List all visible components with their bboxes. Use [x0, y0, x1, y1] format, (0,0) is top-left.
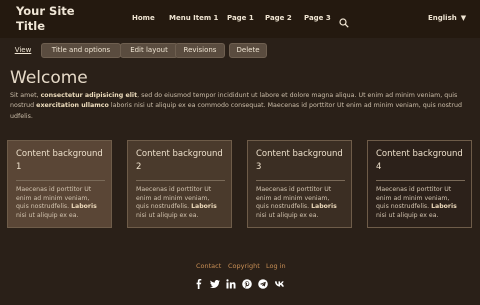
search-icon[interactable] [339, 13, 349, 28]
content-card-2: Content background 2 Maecenas id porttit… [127, 140, 232, 228]
tab-edit-layout[interactable]: Edit layout [120, 43, 178, 58]
linkedin-icon[interactable] [226, 279, 236, 289]
language-label: English [428, 14, 457, 22]
local-tasks: View Title and options Edit layout Revis… [10, 43, 480, 58]
card-title: Content background 3 [256, 149, 343, 172]
language-selector[interactable]: English ▼ [428, 14, 466, 22]
vk-icon[interactable] [275, 279, 285, 289]
tab-view[interactable]: View [14, 43, 32, 58]
nav-item-page-2[interactable]: Page 2 [265, 14, 292, 22]
page-title: Welcome [10, 68, 88, 88]
tab-delete[interactable]: Delete [229, 43, 267, 58]
tab-title-and-options[interactable]: Title and options [41, 43, 121, 58]
divider [256, 180, 345, 181]
divider [136, 180, 225, 181]
footer-link-login[interactable]: Log in [266, 262, 286, 270]
pinterest-icon[interactable] [242, 279, 252, 289]
content-card-4: Content background 4 Maecenas id porttit… [367, 140, 472, 228]
tab-revisions[interactable]: Revisions [175, 43, 225, 58]
card-title: Content background 1 [16, 149, 103, 172]
divider [376, 180, 465, 181]
card-title: Content background 4 [376, 149, 463, 172]
content-card-3: Content background 3 Maecenas id porttit… [247, 140, 352, 228]
card-title: Content background 2 [136, 149, 223, 172]
nav-item-page-3[interactable]: Page 3 [304, 14, 331, 22]
footer-link-copyright[interactable]: Copyright [228, 262, 260, 270]
divider [16, 180, 105, 181]
card-text: Maecenas id porttitor Ut enim ad minim v… [16, 186, 97, 219]
footer-link-contact[interactable]: Contact [196, 262, 221, 270]
telegram-icon[interactable] [258, 279, 268, 289]
card-text: Maecenas id porttitor Ut enim ad minim v… [376, 186, 457, 219]
card-text: Maecenas id porttitor Ut enim ad minim v… [256, 186, 337, 219]
nav-item-page-1[interactable]: Page 1 [227, 14, 254, 22]
footer-links: Contact Copyright Log in [0, 262, 480, 272]
intro-paragraph: Sit amet, consectetur adipisicing elit, … [10, 92, 462, 120]
nav-item-menu-item-1[interactable]: Menu Item 1 [169, 14, 218, 22]
content-card-1: Content background 1 Maecenas id porttit… [7, 140, 112, 228]
nav-item-home[interactable]: Home [132, 14, 155, 22]
facebook-icon[interactable] [194, 279, 204, 289]
card-text: Maecenas id porttitor Ut enim ad minim v… [136, 186, 217, 219]
caret-down-icon: ▼ [460, 14, 467, 22]
site-title[interactable]: Your Site Title [16, 4, 106, 34]
twitter-icon[interactable] [210, 279, 220, 289]
site-header: Your Site Title Home Menu Item 1 Page 1 … [0, 0, 480, 38]
